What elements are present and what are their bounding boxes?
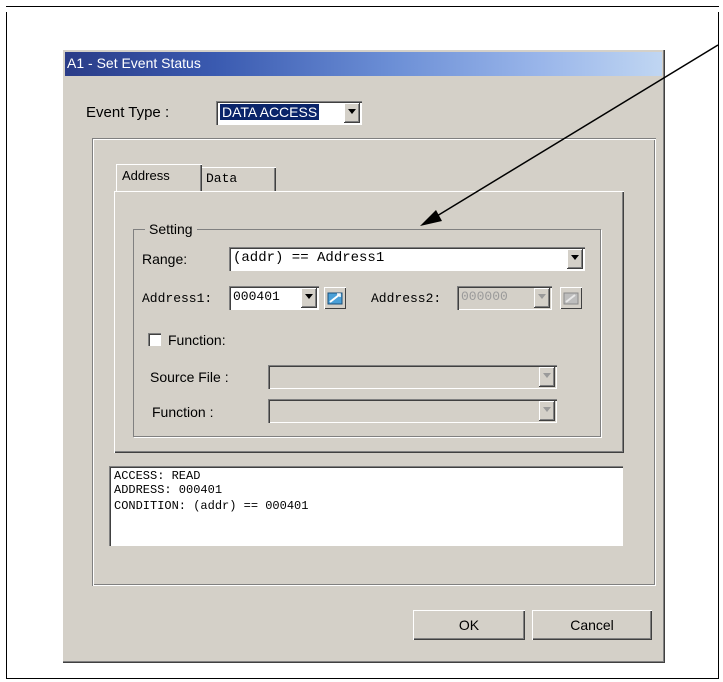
tab-address-label: Address — [122, 168, 170, 183]
annotation-arrow-line — [431, 44, 719, 220]
annotation-arrow — [420, 44, 719, 226]
annotation-arrow-head — [420, 210, 442, 226]
tab-address[interactable]: Address — [116, 164, 202, 191]
